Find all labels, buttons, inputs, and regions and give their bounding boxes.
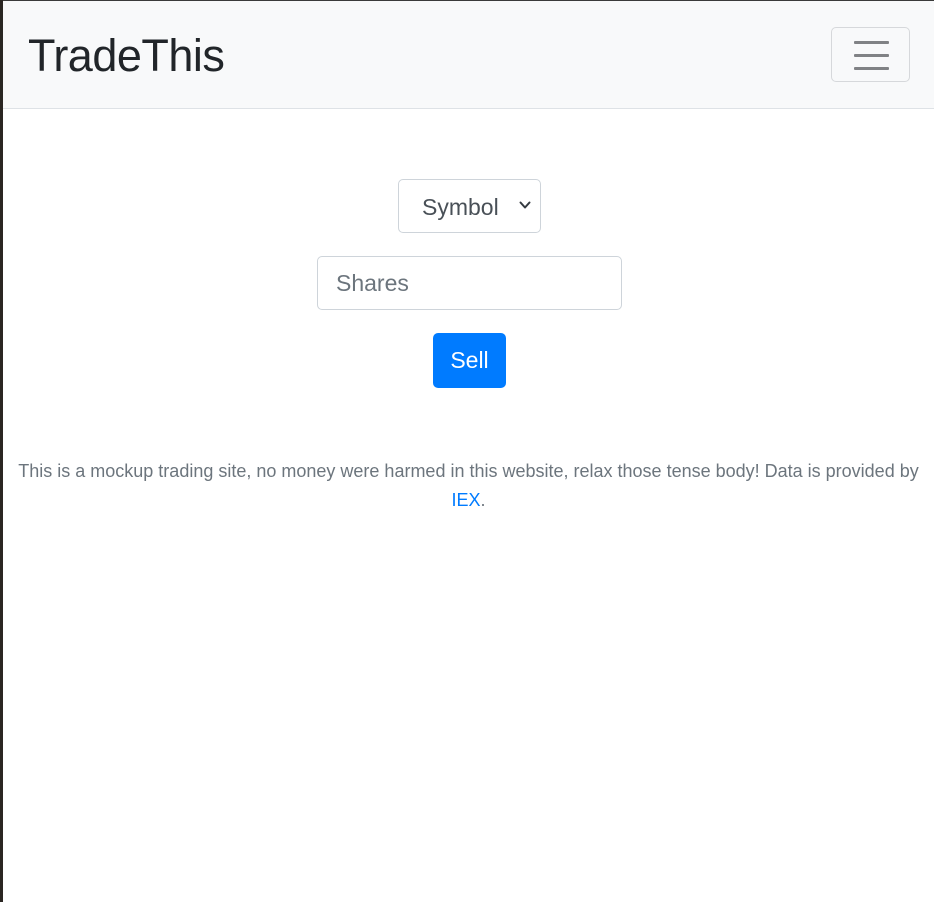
symbol-select[interactable]: Symbol [398, 179, 541, 233]
navbar-toggle-button[interactable] [831, 27, 910, 82]
footer-period: . [480, 489, 486, 510]
brand-link[interactable]: TradeThis [28, 29, 225, 83]
page: TradeThis Symbol Sell This is a mockup t… [0, 0, 934, 902]
chevron-down-icon [519, 201, 531, 209]
hamburger-bar [854, 67, 889, 70]
footer-disclaimer-text: This is a mockup trading site, no money … [18, 461, 919, 481]
hamburger-bar [854, 41, 889, 44]
window-left-border [0, 0, 3, 902]
navbar: TradeThis [3, 1, 934, 109]
shares-input[interactable] [317, 256, 622, 310]
footer-disclaimer: This is a mockup trading site, no money … [3, 457, 934, 514]
sell-button[interactable]: Sell [433, 333, 506, 388]
hamburger-bar [854, 54, 889, 57]
symbol-select-value: Symbol [422, 194, 499, 220]
iex-link[interactable]: IEX [451, 490, 480, 510]
